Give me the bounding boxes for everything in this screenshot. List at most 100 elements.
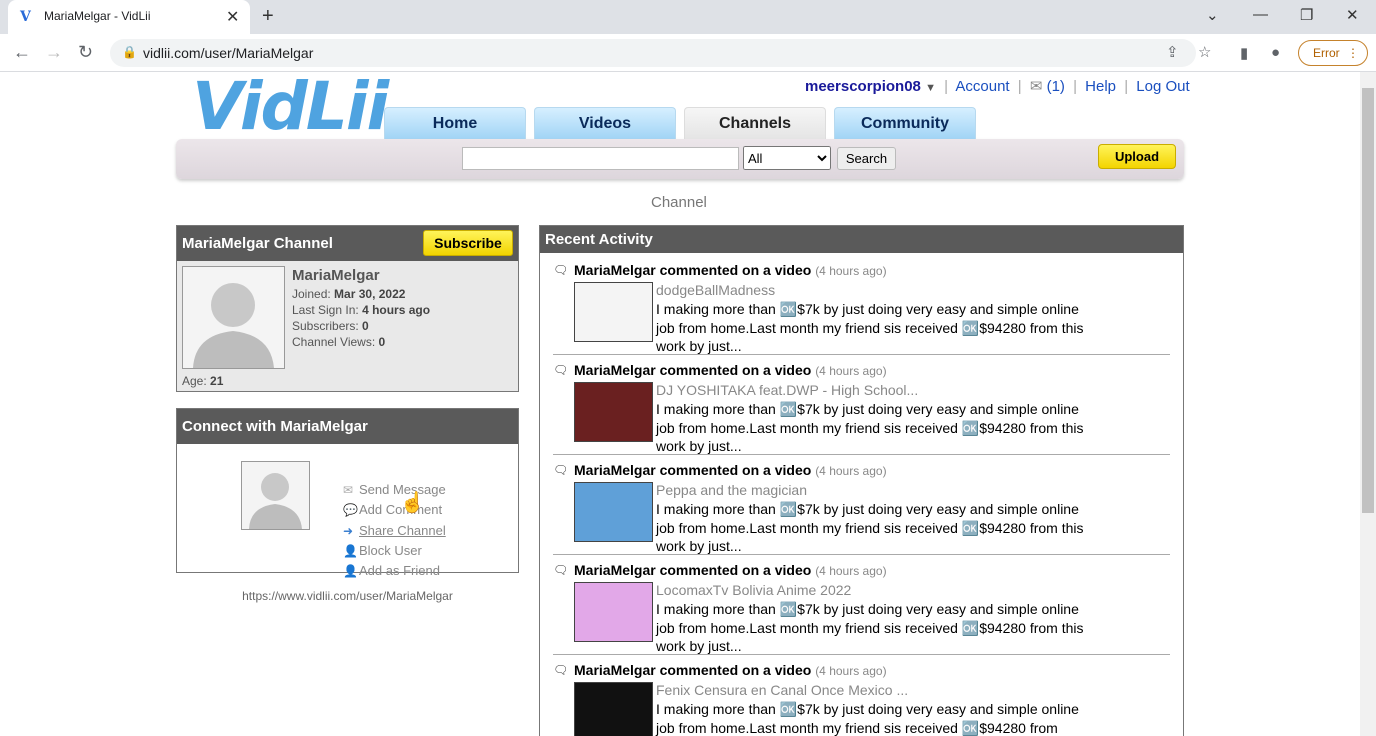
activity-item: 🗨 MariaMelgar commented on a video (4 hou… <box>553 255 1170 355</box>
channel-views-line: Channel Views: 0 <box>292 335 386 349</box>
menu-dots-icon: ⋮ <box>1347 46 1359 60</box>
video-thumbnail[interactable] <box>574 682 653 736</box>
video-thumbnail[interactable] <box>574 282 653 342</box>
vidlii-favicon-icon: V <box>20 9 31 25</box>
activity-head[interactable]: MariaMelgar commented on a video (4 hour… <box>574 462 887 478</box>
logout-link[interactable]: Log Out <box>1136 78 1189 95</box>
tab-search-chevron-icon[interactable]: ⌄ <box>1206 6 1219 24</box>
last-signin-line: Last Sign In: 4 hours ago <box>292 303 431 317</box>
page-content: VidLii meerscorpion08 ▼ | Account | ✉ (1… <box>0 72 1360 736</box>
activity-head[interactable]: MariaMelgar commented on a video (4 hour… <box>574 662 887 678</box>
minimize-icon[interactable]: — <box>1253 6 1268 23</box>
tab-channels[interactable]: Channels <box>684 107 826 140</box>
activity-head[interactable]: MariaMelgar commented on a video (4 hour… <box>574 362 887 378</box>
send-message-link[interactable]: ✉ Send Message <box>343 482 446 497</box>
profile-box: MariaMelgar Channel Subscribe MariaMelga… <box>176 225 519 392</box>
browser-toolbar: ← → ↻ 🔒 vidlii.com/user/MariaMelgar ⇪ ☆ … <box>0 34 1376 72</box>
close-tab-icon[interactable]: ✕ <box>226 7 239 27</box>
profile-body: MariaMelgar Joined: Mar 30, 2022 Last Si… <box>177 261 518 391</box>
comment-text: I making more than 🆗$7k by just doing ve… <box>656 501 1084 554</box>
default-avatar-icon <box>242 462 309 529</box>
comment-icon: 🗨 <box>553 363 569 377</box>
upload-button[interactable]: Upload <box>1098 144 1176 169</box>
activity-item: 🗨 MariaMelgar commented on a video (4 hou… <box>553 355 1170 455</box>
video-title-link[interactable]: Fenix Censura en Canal Once Mexico ... <box>656 682 908 698</box>
notifications-count[interactable]: (1) <box>1047 78 1065 95</box>
video-thumbnail[interactable] <box>574 582 653 642</box>
add-comment-link[interactable]: 💬Add Comment <box>343 502 442 517</box>
vidlii-logo[interactable]: VidLii <box>192 74 389 140</box>
activity-item: 🗨 MariaMelgar commented on a video (4 hou… <box>553 455 1170 555</box>
video-title-link[interactable]: LocomaxTv Bolivia Anime 2022 <box>656 582 851 598</box>
video-thumbnail[interactable] <box>574 382 653 442</box>
avatar[interactable] <box>182 266 285 369</box>
lock-icon[interactable]: 🔒 <box>122 45 137 59</box>
video-thumbnail[interactable] <box>574 482 653 542</box>
close-window-icon[interactable]: ✕ <box>1346 6 1359 24</box>
forward-icon[interactable]: → <box>45 42 63 63</box>
comment-icon: 🗨 <box>553 463 569 477</box>
comment-text: I making more than 🆗$7k by just doing ve… <box>656 701 1079 736</box>
tab-videos[interactable]: Videos <box>534 107 676 140</box>
subscribe-button[interactable]: Subscribe <box>423 230 513 256</box>
block-user-icon: 👤 <box>343 544 358 558</box>
browser-tab[interactable]: V MariaMelgar - VidLii ✕ <box>8 0 250 34</box>
comment-icon: 🗨 <box>553 663 569 677</box>
restore-icon[interactable]: ❐ <box>1300 6 1313 24</box>
search-button[interactable]: Search <box>837 147 896 170</box>
comment-text: I making more than 🆗$7k by just doing ve… <box>656 301 1084 354</box>
profile-icon[interactable]: ● <box>1271 44 1280 61</box>
share-arrow-icon: ➜ <box>343 524 354 538</box>
username-link[interactable]: meerscorpion08 <box>805 78 921 95</box>
default-avatar-icon <box>183 267 284 368</box>
account-link[interactable]: Account <box>955 78 1009 95</box>
tab-title: MariaMelgar - VidLii <box>44 9 151 23</box>
activity-time: (4 hours ago) <box>815 664 887 678</box>
comment-icon: 💬 <box>343 503 358 517</box>
side-panel-icon[interactable]: ▮ <box>1240 44 1248 62</box>
inbox-icon[interactable]: ✉ <box>1030 78 1043 95</box>
video-title-link[interactable]: Peppa and the magician <box>656 482 807 498</box>
add-friend-icon: 👤 <box>343 564 358 578</box>
chevron-down-icon[interactable]: ▼ <box>925 82 936 94</box>
joined-line: Joined: Mar 30, 2022 <box>292 287 406 301</box>
activity-time: (4 hours ago) <box>815 564 887 578</box>
mouse-cursor: ☝ <box>400 492 425 514</box>
profile-box-header: MariaMelgar Channel Subscribe <box>177 226 518 261</box>
share-icon[interactable]: ⇪ <box>1166 43 1179 61</box>
search-bar: All Search Upload <box>176 139 1184 179</box>
search-input[interactable] <box>462 147 739 170</box>
error-button[interactable]: Error ⋮ <box>1298 40 1368 66</box>
reload-icon[interactable]: ↻ <box>78 42 93 63</box>
address-bar[interactable]: 🔒 vidlii.com/user/MariaMelgar ⇪ ☆ <box>110 39 1211 67</box>
new-tab-icon[interactable]: + <box>262 5 274 28</box>
page-scrollbar[interactable] <box>1360 72 1376 736</box>
channel-url: https://www.vidlii.com/user/MariaMelgar <box>242 589 453 603</box>
comment-icon: 🗨 <box>553 263 569 277</box>
bookmark-star-icon[interactable]: ☆ <box>1198 43 1211 61</box>
activity-head[interactable]: MariaMelgar commented on a video (4 hour… <box>574 262 887 278</box>
profile-box-title: MariaMelgar Channel <box>182 235 333 252</box>
video-title-link[interactable]: DJ YOSHITAKA feat.DWP - High School... <box>656 382 918 398</box>
search-category-select[interactable]: All <box>743 146 831 170</box>
comment-text: I making more than 🆗$7k by just doing ve… <box>656 601 1084 654</box>
comment-text: I making more than 🆗$7k by just doing ve… <box>656 401 1084 454</box>
browser-titlebar: V MariaMelgar - VidLii ✕ + ⌄ — ❐ ✕ <box>0 0 1376 34</box>
activity-head[interactable]: MariaMelgar commented on a video (4 hour… <box>574 562 887 578</box>
recent-activity-title: Recent Activity <box>540 226 1183 253</box>
tab-home[interactable]: Home <box>384 107 526 140</box>
activity-time: (4 hours ago) <box>815 464 887 478</box>
help-link[interactable]: Help <box>1085 78 1116 95</box>
tab-community[interactable]: Community <box>834 107 976 140</box>
avatar-small[interactable] <box>241 461 310 530</box>
back-icon[interactable]: ← <box>13 42 31 63</box>
url-text[interactable]: vidlii.com/user/MariaMelgar <box>143 45 313 61</box>
scrollbar-thumb[interactable] <box>1362 88 1374 513</box>
activity-time: (4 hours ago) <box>815 264 887 278</box>
block-user-link[interactable]: 👤Block User <box>343 543 422 558</box>
video-title-link[interactable]: dodgeBallMadness <box>656 282 775 298</box>
recent-activity-box: Recent Activity 🗨 MariaMelgar commented o… <box>539 225 1184 736</box>
share-channel-link[interactable]: ➜ Share Channel <box>343 523 446 538</box>
connect-box-title: Connect with MariaMelgar <box>177 409 518 444</box>
add-friend-link[interactable]: 👤Add as Friend <box>343 563 440 578</box>
